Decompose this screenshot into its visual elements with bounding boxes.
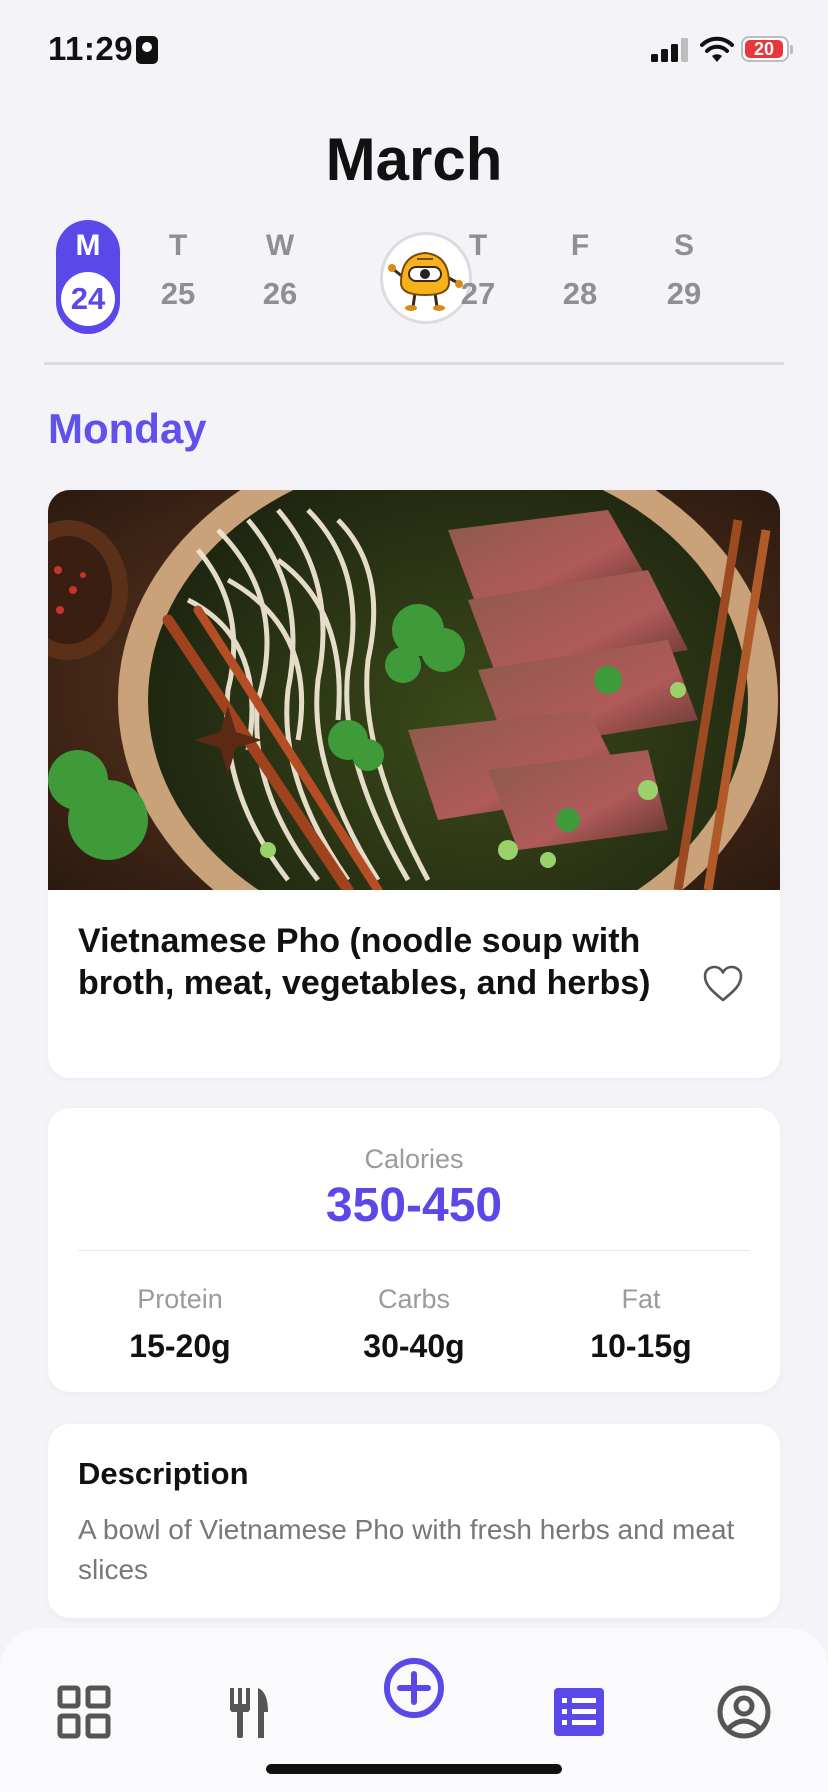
dashboard-icon[interactable] (54, 1682, 114, 1742)
day-number: 28 (562, 276, 598, 311)
description-card: Description A bowl of Vietnamese Pho wit… (48, 1424, 780, 1618)
day-number: 29 (666, 276, 702, 311)
day-26[interactable]: W 26 (240, 224, 320, 320)
battery-icon: 20 (741, 36, 793, 62)
day-letter: W (265, 229, 295, 262)
nutrition-divider (78, 1250, 750, 1251)
macro-fat: Fat 10-15g (528, 1284, 754, 1365)
add-circle-icon[interactable] (382, 1656, 446, 1720)
list-icon[interactable] (549, 1682, 609, 1742)
week-strip: M 24 T 25 W 26 T 27 F 28 S 29 (44, 220, 784, 340)
week-divider (44, 362, 784, 365)
nutrition-card: Calories 350-450 Protein 15-20g Carbs 30… (48, 1108, 780, 1392)
description-heading: Description (78, 1456, 249, 1491)
macro-label: Fat (621, 1284, 661, 1314)
status-time: 11:29 (48, 30, 134, 67)
fork-knife-icon[interactable] (218, 1682, 278, 1742)
macro-label: Carbs (377, 1284, 451, 1314)
battery-level: 20 (745, 40, 783, 58)
day-27[interactable]: T 27 (438, 224, 518, 320)
meal-photo (48, 490, 780, 890)
meal-card[interactable]: Vietnamese Pho (noodle soup with broth, … (48, 490, 780, 1078)
macro-value: 10-15g (590, 1328, 692, 1364)
favorite-heart-icon[interactable] (702, 964, 744, 1004)
macro-value: 30-40g (363, 1328, 465, 1364)
cellular-signal-icon (651, 38, 688, 62)
status-bar: 11:29 20 (0, 0, 828, 100)
day-number: 27 (460, 276, 496, 311)
day-24-selected[interactable]: M 24 (56, 220, 120, 334)
calories-value: 350-450 (325, 1179, 503, 1232)
day-28[interactable]: F 28 (540, 224, 620, 320)
day-letter: T (468, 229, 488, 262)
home-indicator (266, 1764, 562, 1774)
macro-label: Protein (137, 1284, 223, 1314)
day-letter: F (570, 229, 590, 262)
day-25[interactable]: T 25 (138, 224, 218, 320)
day-letter: M (75, 229, 101, 262)
day-letter: S (673, 229, 694, 262)
profile-icon[interactable] (714, 1682, 774, 1742)
day-letter: T (168, 229, 188, 262)
month-title: March (325, 126, 503, 193)
meal-title: Vietnamese Pho (noodle soup with broth, … (78, 922, 651, 1002)
macro-protein: Protein 15-20g (67, 1284, 293, 1365)
day-number: 24 (61, 272, 115, 326)
macro-carbs: Carbs 30-40g (301, 1284, 527, 1365)
day-number: 26 (262, 276, 298, 311)
description-text: A bowl of Vietnamese Pho with fresh herb… (78, 1514, 735, 1585)
macro-value: 15-20g (129, 1328, 231, 1364)
day-29[interactable]: S 29 (644, 224, 724, 320)
focus-badge-icon (136, 36, 158, 64)
day-number: 25 (160, 276, 196, 311)
calories-label: Calories (364, 1144, 464, 1174)
wifi-icon (700, 36, 734, 62)
selected-day-name: Monday (48, 405, 207, 452)
